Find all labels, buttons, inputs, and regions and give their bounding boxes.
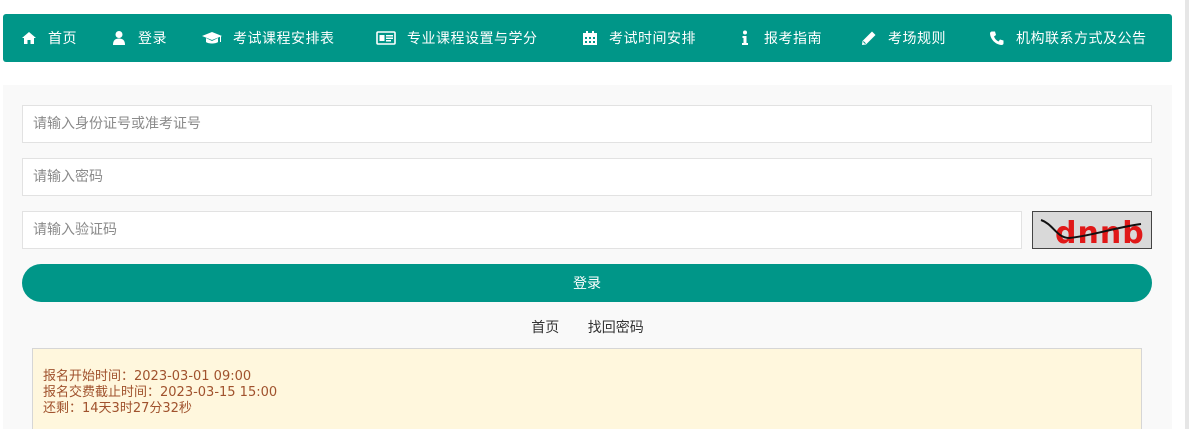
calendar-icon — [581, 29, 599, 47]
captcha-image[interactable]: dnnb — [1032, 211, 1152, 249]
login-button[interactable]: 登录 — [22, 264, 1152, 302]
nav-label: 登录 — [138, 31, 167, 47]
time-remaining: 还剩：14天3时27分32秒 — [43, 401, 192, 416]
info-icon — [736, 29, 754, 47]
registration-deadline: 报名交费截止时间：2023-03-15 15:00 — [43, 385, 278, 400]
bottom-links: 首页 找回密码 — [0, 317, 1175, 337]
nav-item-exam-time[interactable]: 考试时间安排 — [581, 14, 696, 62]
nav-item-home[interactable]: 首页 — [20, 14, 77, 62]
nav-item-login[interactable]: 登录 — [110, 14, 167, 62]
nav-label: 报考指南 — [764, 31, 822, 47]
captcha-input[interactable] — [22, 211, 1022, 249]
nav-label: 考试时间安排 — [609, 31, 696, 47]
id-card-icon — [375, 29, 397, 47]
registration-notice: 报名开始时间：2023-03-01 09:00 报名交费截止时间：2023-03… — [32, 348, 1142, 429]
id-number-input[interactable] — [22, 105, 1152, 143]
nav-item-contact[interactable]: 机构联系方式及公告 — [988, 14, 1147, 62]
scrollbar-edge — [1185, 0, 1189, 429]
nav-item-rules[interactable]: 考场规则 — [860, 14, 946, 62]
nav-label: 考试课程安排表 — [233, 31, 335, 47]
nav-item-exam-schedule[interactable]: 考试课程安排表 — [201, 14, 335, 62]
recover-password-link[interactable]: 找回密码 — [588, 320, 644, 336]
nav-label: 专业课程设置与学分 — [407, 31, 538, 47]
top-navbar: 首页 登录 考试课程安排表 专业课程设置与学分 考试时间安排 报考指南 考场规则… — [3, 14, 1172, 62]
password-input[interactable] — [22, 158, 1152, 196]
nav-label: 机构联系方式及公告 — [1016, 31, 1147, 47]
user-icon — [110, 29, 128, 47]
pencil-icon — [860, 29, 878, 47]
home-icon — [20, 29, 38, 47]
registration-start-time: 报名开始时间：2023-03-01 09:00 — [43, 369, 252, 384]
login-page: 首页 登录 考试课程安排表 专业课程设置与学分 考试时间安排 报考指南 考场规则… — [0, 0, 1189, 429]
nav-item-guide[interactable]: 报考指南 — [736, 14, 822, 62]
graduation-cap-icon — [201, 29, 223, 47]
nav-label: 考场规则 — [888, 31, 946, 47]
nav-label: 首页 — [48, 31, 77, 47]
nav-item-course-settings[interactable]: 专业课程设置与学分 — [375, 14, 538, 62]
home-link[interactable]: 首页 — [531, 320, 559, 336]
phone-icon — [988, 29, 1006, 47]
